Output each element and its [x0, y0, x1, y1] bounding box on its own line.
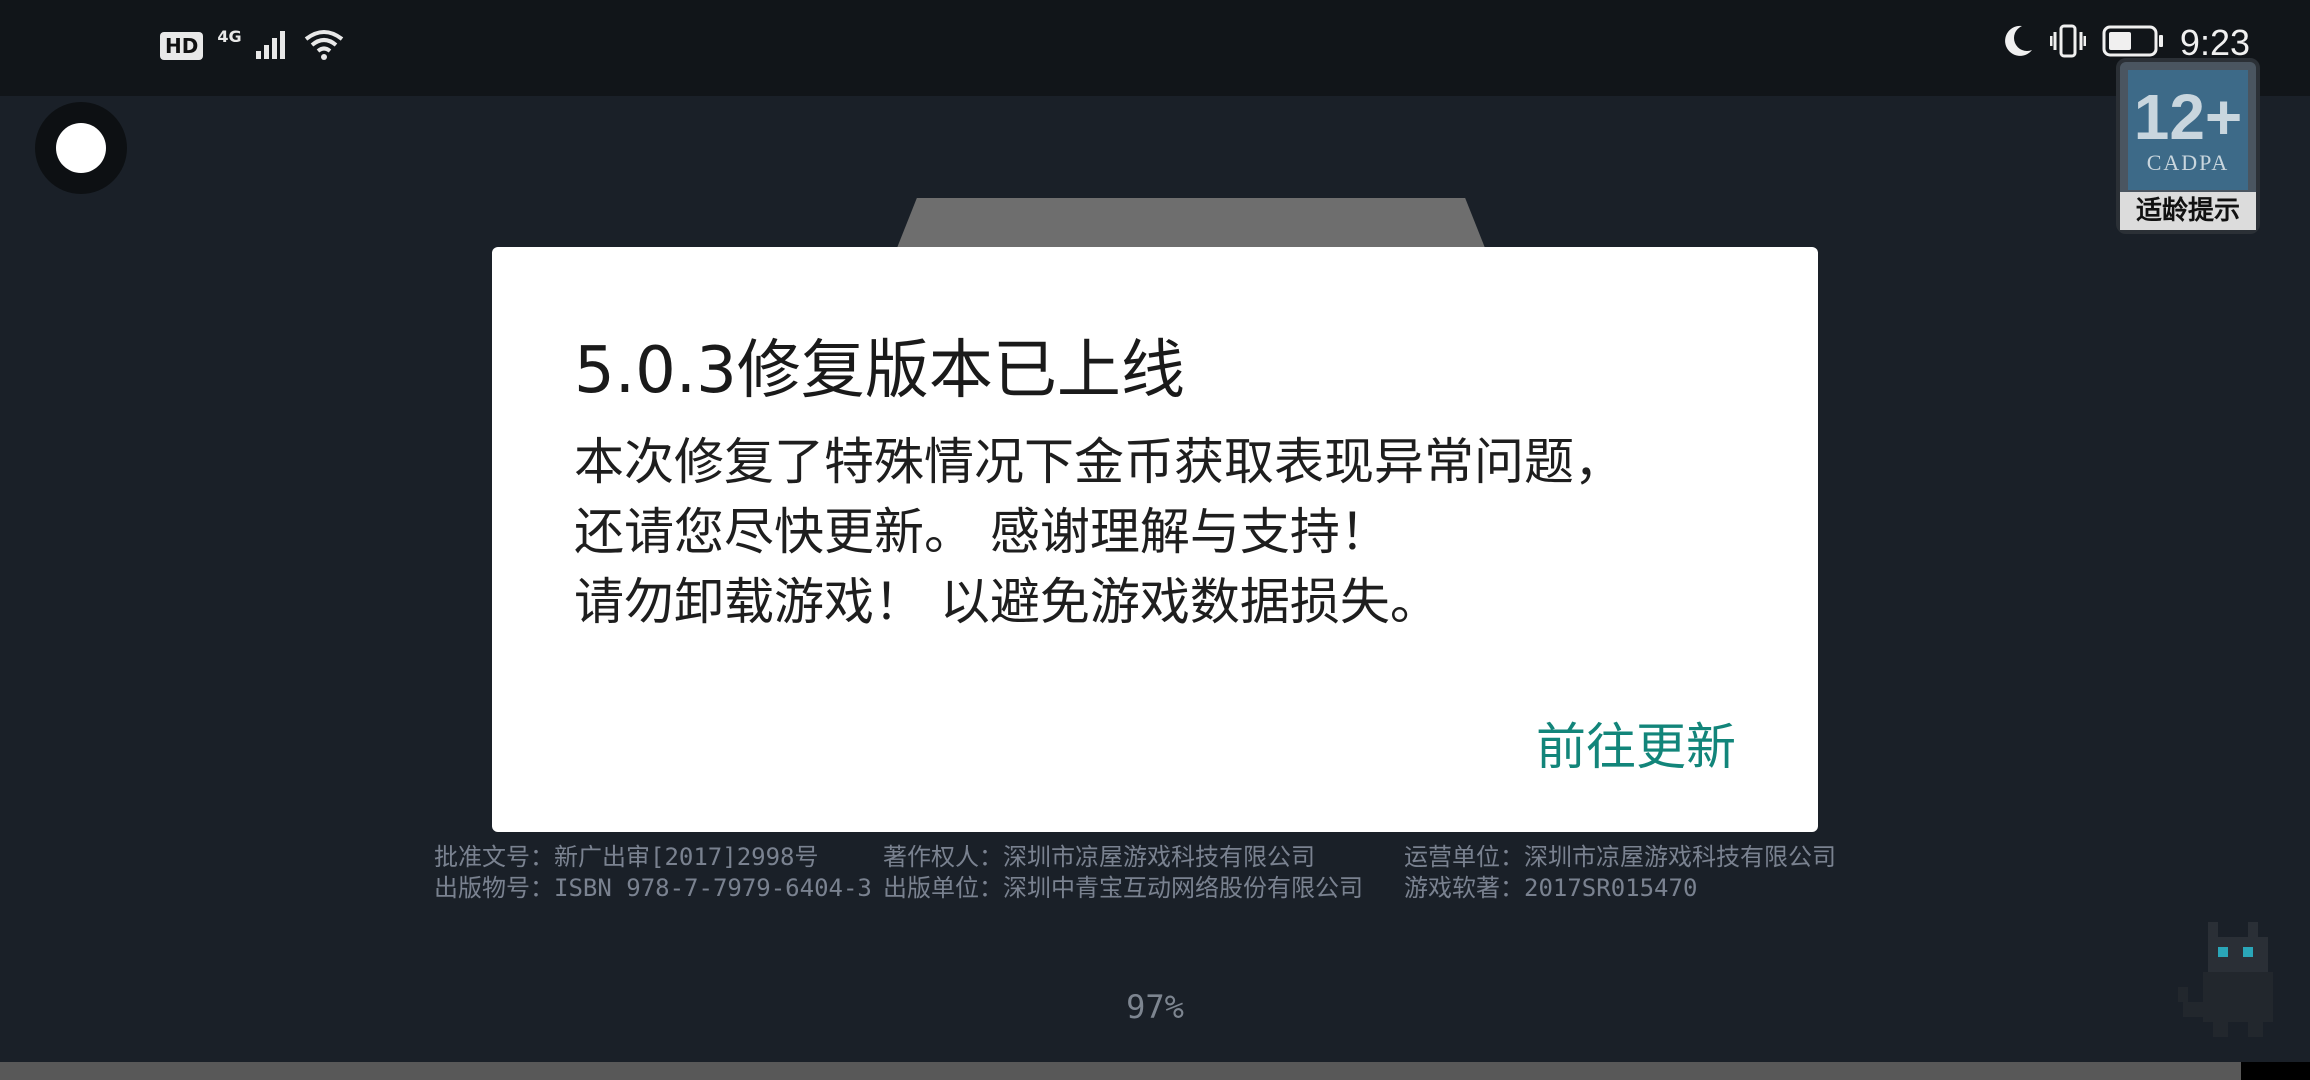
- wifi-icon: [304, 28, 344, 64]
- loading-progress-fill: [0, 1062, 2241, 1080]
- signal-icon: [255, 29, 290, 63]
- battery-icon: [2102, 24, 2164, 62]
- isbn: 出版物号：ISBN 978-7-7979-6404-3: [434, 874, 872, 902]
- loading-percent: 97%: [1126, 988, 1184, 1026]
- pixel-cat-icon: [2178, 912, 2298, 1046]
- dialog-message: 本次修复了特殊情况下金币获取表现异常问题， 还请您尽快更新。 感谢理解与支持！ …: [574, 427, 1754, 637]
- age-rating-number: 12+: [2133, 81, 2243, 153]
- info-row: 批准文号：新广出审[2017]2998号 著作权人：深圳市凉屋游戏科技有限公司 …: [434, 842, 1894, 873]
- moon-icon: [2002, 24, 2034, 62]
- dialog-line: 还请您尽快更新。 感谢理解与支持！: [574, 503, 1390, 561]
- copyright-holder: 著作权人：深圳市凉屋游戏科技有限公司: [883, 843, 1315, 871]
- network-type: 4G: [217, 26, 242, 46]
- floating-menu-button[interactable]: [35, 102, 127, 194]
- status-bar: HD 4G 9:23: [0, 0, 2310, 96]
- software-registration: 游戏软著：2017SR015470: [1404, 874, 1698, 902]
- vibrate-icon: [2049, 24, 2087, 62]
- info-row: 出版物号：ISBN 978-7-7979-6404-3 出版单位：深圳中青宝互动…: [434, 873, 1894, 904]
- dialog-title: 5.0.3修复版本已上线: [574, 334, 1185, 408]
- floating-button-dot: [56, 123, 106, 173]
- operator: 运营单位：深圳市凉屋游戏科技有限公司: [1404, 843, 1836, 871]
- approval-number: 批准文号：新广出审[2017]2998号: [434, 843, 819, 871]
- publication-info: 批准文号：新广出审[2017]2998号 著作权人：深圳市凉屋游戏科技有限公司 …: [434, 842, 1894, 904]
- loading-progress-bar: [0, 1062, 2310, 1080]
- status-left: HD 4G: [160, 26, 344, 64]
- age-rating-org: CADPA: [2146, 150, 2230, 175]
- update-dialog: 5.0.3修复版本已上线 本次修复了特殊情况下金币获取表现异常问题， 还请您尽快…: [492, 247, 1818, 832]
- age-rating-badge: 12+ CADPA 适龄提示: [2116, 58, 2260, 234]
- dialog-line: 本次修复了特殊情况下金币获取表现异常问题，: [574, 433, 1624, 491]
- go-update-button[interactable]: 前往更新: [1536, 707, 1736, 779]
- age-rating-box: 12+ CADPA: [2128, 70, 2248, 190]
- dialog-line: 请勿卸载游戏！ 以避免游戏数据损失。: [574, 573, 1440, 631]
- hd-icon: HD: [160, 32, 204, 60]
- age-rating-caption: 适龄提示: [2120, 192, 2256, 230]
- publisher: 出版单位：深圳中青宝互动网络股份有限公司: [883, 874, 1363, 902]
